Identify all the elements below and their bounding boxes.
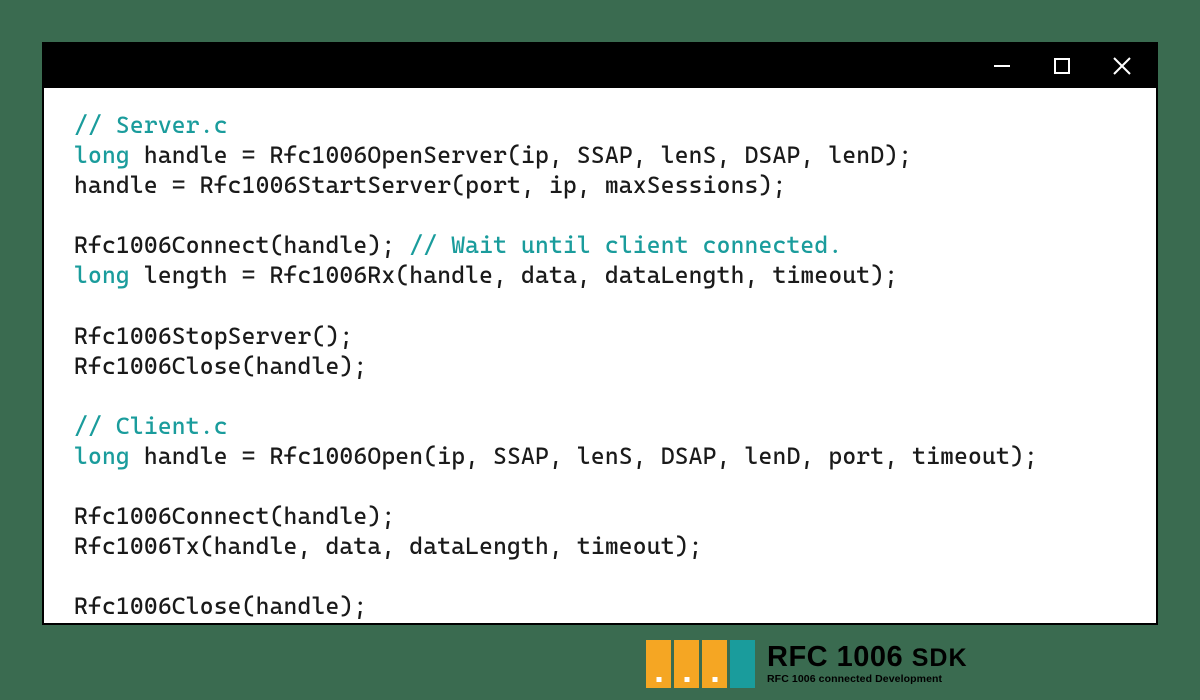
logo-title-main: RFC 1006	[767, 641, 912, 673]
close-button[interactable]	[1098, 44, 1146, 88]
logo-subtitle: RFC 1006 connected Development	[767, 674, 968, 685]
code-line: Rfc1006Connect(handle); // Wait until cl…	[74, 230, 1126, 260]
logo-bar-2	[674, 640, 699, 688]
logo-title-sdk: SDK	[912, 644, 968, 672]
logo-text: RFC 1006 SDK RFC 1006 connected Developm…	[767, 643, 968, 685]
logo-bar-1	[646, 640, 671, 688]
code-content: // Server.clong handle = Rfc1006OpenServ…	[44, 88, 1156, 643]
code-line: Rfc1006StopServer();	[74, 321, 1126, 351]
code-line	[74, 290, 1126, 320]
code-line: Rfc1006Connect(handle);	[74, 501, 1126, 531]
code-line	[74, 200, 1126, 230]
code-line: Rfc1006Tx(handle, data, dataLength, time…	[74, 531, 1126, 561]
code-window: // Server.clong handle = Rfc1006OpenServ…	[42, 42, 1158, 625]
logo-bar-3	[702, 640, 727, 688]
code-line	[74, 381, 1126, 411]
code-line: Rfc1006Close(handle);	[74, 351, 1126, 381]
code-line: // Server.c	[74, 110, 1126, 140]
code-line: long handle = Rfc1006OpenServer(ip, SSAP…	[74, 140, 1126, 170]
logo-mark	[646, 640, 755, 688]
code-line: long length = Rfc1006Rx(handle, data, da…	[74, 260, 1126, 290]
code-line: // Client.c	[74, 411, 1126, 441]
code-line: long handle = Rfc1006Open(ip, SSAP, lenS…	[74, 441, 1126, 471]
footer-logo: RFC 1006 SDK RFC 1006 connected Developm…	[646, 640, 968, 688]
window-titlebar	[44, 44, 1156, 88]
logo-bar-4	[730, 640, 755, 688]
code-line	[74, 471, 1126, 501]
code-line	[74, 561, 1126, 591]
minimize-button[interactable]	[978, 44, 1026, 88]
maximize-button[interactable]	[1038, 44, 1086, 88]
code-line: handle = Rfc1006StartServer(port, ip, ma…	[74, 170, 1126, 200]
logo-title: RFC 1006 SDK	[767, 643, 968, 672]
code-line: Rfc1006Close(handle);	[74, 591, 1126, 621]
